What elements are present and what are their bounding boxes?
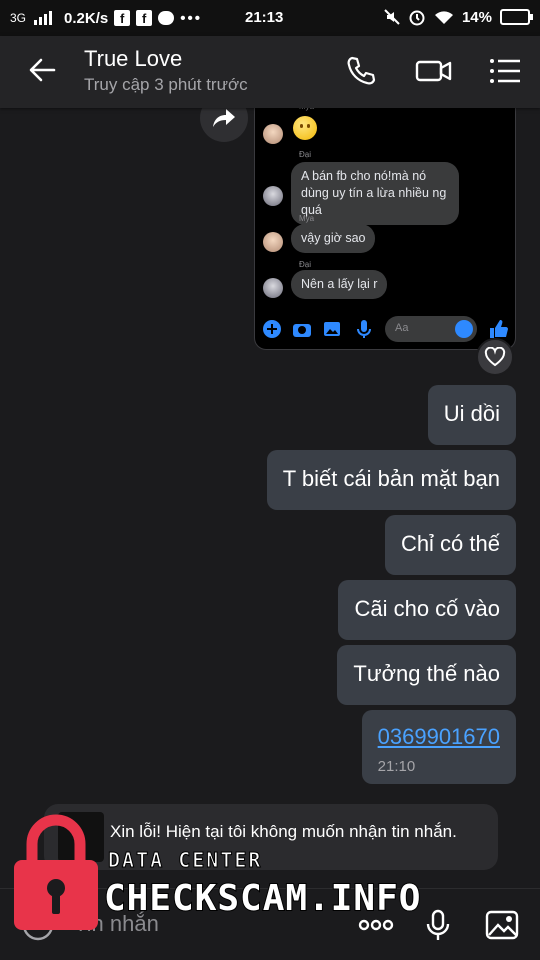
message-bubble[interactable]: Ui dồi	[427, 385, 516, 445]
message-bubble[interactable]: T biết cái bản mặt bạn	[266, 450, 516, 510]
phone-message-bubble[interactable]: 0369901670 21:10	[361, 710, 516, 784]
menu-icon[interactable]	[488, 54, 522, 88]
blocked-notice: Xin lỗi! Hiện tại tôi không muốn nhận ti…	[44, 804, 498, 870]
smile-emoji-icon	[293, 116, 317, 140]
sender-name: Đại	[299, 260, 312, 269]
message-time: 21:10	[377, 758, 416, 775]
message-bubble[interactable]: Cãi cho cố vào	[338, 580, 516, 640]
composer-bar: Tin nhắn	[0, 888, 540, 960]
avatar	[263, 124, 283, 144]
gallery-icon[interactable]	[484, 907, 520, 943]
screenshot-composer: Aa	[255, 314, 515, 344]
facebook-icon: f	[114, 10, 131, 26]
more-options-icon[interactable]	[358, 907, 394, 943]
like-icon	[490, 320, 508, 338]
message-input[interactable]: Tin nhắn	[74, 911, 159, 937]
mute-icon	[384, 9, 400, 25]
avatar	[263, 186, 283, 206]
video-call-icon[interactable]	[414, 54, 454, 88]
messenger-icon	[158, 11, 175, 25]
emoji-icon	[455, 320, 473, 338]
heart-icon	[484, 347, 506, 367]
screenshot-text-input: Aa	[385, 316, 477, 342]
clock: 21:13	[245, 9, 284, 26]
shared-screenshot[interactable]: Mya Đại A bán fb cho nó!mà nó dùng uy tí…	[254, 94, 516, 350]
battery-percent: 14%	[461, 8, 492, 26]
emoji-icon[interactable]	[20, 907, 56, 943]
battery-icon	[500, 9, 533, 25]
contact-name[interactable]: True Love	[84, 46, 182, 72]
notice-text: Xin lỗi! Hiện tại tôi không muốn nhận ti…	[110, 822, 457, 841]
share-arrow-icon	[213, 109, 235, 127]
signal-icon	[34, 11, 53, 25]
wifi-icon	[434, 11, 453, 24]
screenshot-message: A bán fb cho nó!mà nó dùng uy tín a lừa …	[291, 162, 459, 225]
microphone-icon[interactable]	[420, 907, 456, 943]
screenshot-message: Nên a lấy lại r	[291, 270, 388, 299]
input-placeholder: Aa	[395, 322, 409, 334]
network-type: 3G	[10, 11, 27, 25]
plus-icon	[263, 320, 281, 338]
image-icon	[324, 322, 340, 336]
network-speed: 0.2K/s	[64, 9, 109, 27]
facebook-icon: f	[136, 10, 153, 26]
chat-header: True Love Truy cập 3 phút trước	[0, 36, 540, 108]
message-bubble[interactable]: Chỉ có thế	[384, 515, 516, 575]
sender-name: Mya	[299, 214, 315, 223]
message-bubble[interactable]: Tưởng thế nào	[337, 645, 516, 705]
more-notifications-icon: •••	[180, 9, 202, 27]
avatar	[263, 232, 283, 252]
status-bar: 3G 0.2K/s f f ••• 21:13 14%	[0, 0, 540, 36]
phone-icon[interactable]	[344, 54, 378, 88]
sender-name: Đại	[299, 150, 312, 159]
microphone-icon	[357, 320, 371, 338]
screenshot-message: vậy giờ sao	[291, 224, 376, 253]
last-active-status: Truy cập 3 phút trước	[84, 75, 248, 94]
notice-thumbnail	[58, 812, 104, 862]
message-list: Mya Đại A bán fb cho nó!mà nó dùng uy tí…	[0, 94, 540, 960]
phone-number-link[interactable]: 0369901670	[378, 724, 500, 750]
back-arrow-icon[interactable]	[26, 54, 58, 86]
camera-icon	[293, 324, 311, 337]
react-button[interactable]	[476, 338, 514, 376]
avatar	[263, 278, 283, 298]
alarm-icon	[409, 10, 425, 26]
